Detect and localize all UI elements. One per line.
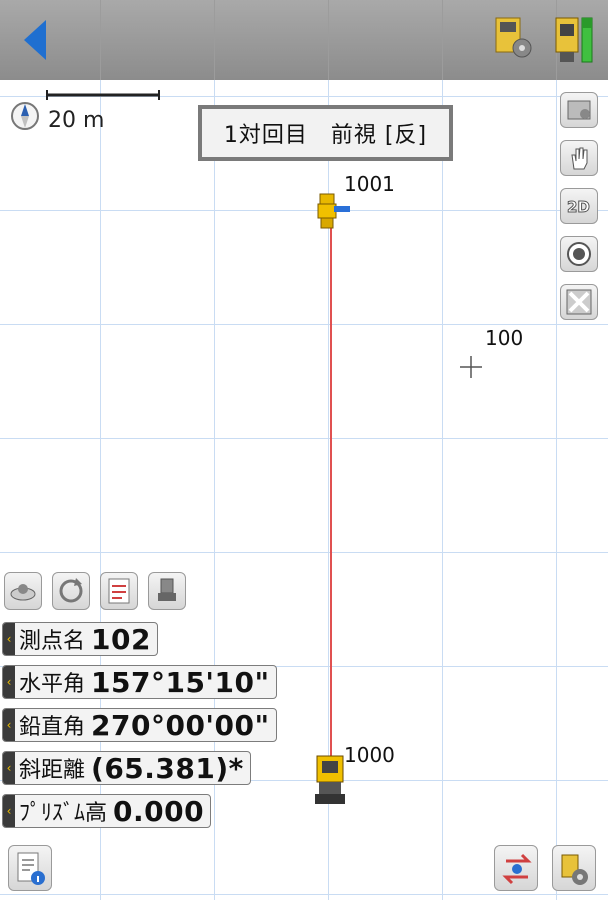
info-row-prism-height[interactable]: ‹ ﾌﾟﾘｽﾞﾑ高 0.000 (2, 794, 212, 828)
top-toolbar (0, 0, 608, 81)
info-row-vertical-angle[interactable]: ‹ 鉛直角 270°00'00" (2, 708, 277, 742)
info-label: ﾌﾟﾘｽﾞﾑ高 (19, 801, 108, 826)
expand-tab-icon[interactable]: ‹ (3, 666, 15, 698)
point-marker-icon (460, 356, 482, 378)
info-value: (65.381)* (91, 751, 244, 785)
point-label-1000: 1000 (344, 743, 395, 767)
info-value: 157°15'10" (91, 665, 270, 699)
device-status-button[interactable] (552, 12, 602, 66)
rotate-button[interactable] (52, 572, 90, 610)
instrument-icon (158, 578, 176, 601)
back-arrow-icon (24, 20, 46, 60)
settings-device-button[interactable] (552, 845, 596, 891)
expand-tab-icon[interactable]: ‹ (3, 623, 15, 655)
svg-text:2D: 2D (567, 198, 590, 216)
scale-label: 20 m (48, 108, 105, 133)
transfer-icon (502, 853, 532, 885)
settings-icon (495, 17, 532, 58)
expand-tab-icon[interactable]: ‹ (3, 795, 15, 827)
info-value: 102 (91, 622, 151, 656)
2d-view-button[interactable]: 2D (560, 188, 598, 224)
observation-status: 1対回目 前視 [反] (198, 105, 453, 161)
sight-line (330, 210, 332, 775)
layer-button[interactable] (560, 92, 598, 128)
info-label: 鉛直角 (19, 715, 86, 740)
info-value: 270°00'00" (91, 708, 270, 742)
point-label-100: 100 (485, 326, 524, 350)
transfer-button[interactable] (494, 845, 538, 891)
info-row-point-name[interactable]: ‹ 測点名 102 (2, 622, 158, 656)
point-label-1001: 1001 (344, 172, 395, 196)
hand-pan-icon (571, 147, 588, 170)
info-label: 斜距離 (19, 758, 86, 783)
checklist-button[interactable] (100, 572, 138, 610)
expand-tab-icon[interactable]: ‹ (3, 752, 15, 784)
station-setup-button[interactable] (4, 572, 42, 610)
toolbar-separator (328, 0, 329, 80)
pan-button[interactable] (560, 140, 598, 176)
info-row-horizontal-angle[interactable]: ‹ 水平角 157°15'10" (2, 665, 277, 699)
fit-extent-button[interactable] (560, 284, 598, 320)
compass-icon (11, 102, 39, 130)
instrument-button[interactable] (148, 572, 186, 610)
station-setup-icon (10, 584, 36, 601)
info-label: 測点名 (19, 629, 86, 654)
checklist-icon (108, 578, 130, 604)
settings-device-icon (561, 854, 588, 885)
toolbar-separator (100, 0, 101, 80)
scale-bar (46, 90, 160, 100)
fit-extent-icon (566, 289, 592, 315)
expand-tab-icon[interactable]: ‹ (3, 709, 15, 741)
rotate-icon (59, 578, 83, 603)
info-label: 水平角 (19, 672, 86, 697)
total-station-icon (555, 17, 593, 63)
2d-view-icon: 2D (567, 198, 591, 217)
back-button[interactable] (20, 16, 56, 64)
info-value: 0.000 (113, 794, 205, 828)
info-row-slope-distance[interactable]: ‹ 斜距離 (65.381)* (2, 751, 251, 785)
toolbar-separator (442, 0, 443, 80)
settings-button[interactable] (492, 16, 536, 62)
document-info-button[interactable] (8, 845, 52, 891)
target-button[interactable] (560, 236, 598, 272)
layer-icon (567, 100, 591, 120)
toolbar-separator (214, 0, 215, 80)
prism-point-icon[interactable] (316, 192, 352, 232)
document-info-icon (17, 852, 45, 885)
target-icon (567, 242, 591, 266)
